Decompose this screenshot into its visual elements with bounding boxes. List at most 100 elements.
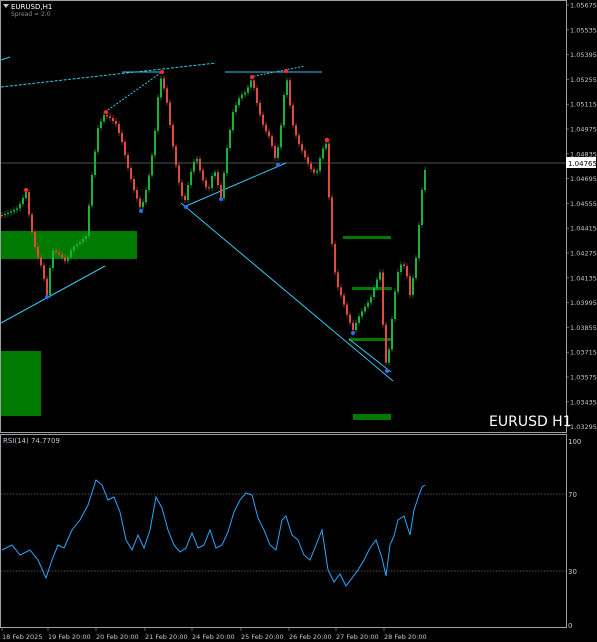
candle-body: [64, 257, 66, 261]
swing-low-marker: [351, 331, 355, 335]
candle-body: [244, 92, 246, 95]
candle-body: [385, 324, 387, 363]
candle-body: [211, 176, 213, 188]
candle-body: [55, 250, 57, 253]
rsi-level-0: 0: [568, 622, 572, 630]
candle-body: [85, 236, 87, 239]
rsi-level-70: 70: [568, 491, 577, 499]
demand-zone-lower: [1, 351, 41, 416]
trendline[interactable]: [104, 71, 163, 113]
candle-body: [31, 214, 33, 232]
candle-body: [13, 210, 15, 212]
candle-body: [304, 150, 306, 158]
candle-body: [202, 170, 204, 181]
trendline[interactable]: [0, 62, 217, 88]
time-tick-label: 27 Feb 20:00: [336, 633, 379, 641]
candle-body: [220, 185, 222, 198]
candle-body: [115, 121, 117, 124]
candle-body: [424, 170, 426, 190]
candle-body: [61, 254, 63, 258]
candle-body: [364, 306, 366, 312]
candle-body: [205, 180, 207, 188]
candle-body: [262, 114, 264, 125]
candle-body: [277, 147, 279, 158]
candle-body: [409, 276, 411, 295]
price-tick-label: 1.03995: [570, 299, 597, 307]
swing-high-marker: [284, 69, 288, 73]
rsi-level-30: 30: [568, 568, 577, 576]
candle-body: [145, 190, 147, 202]
candle-body: [400, 264, 402, 272]
candle-body: [247, 87, 249, 93]
trendlines[interactable]: [0, 56, 394, 382]
candle-body: [388, 349, 390, 363]
candle-body: [82, 239, 84, 242]
rsi-level-100: 100: [568, 438, 581, 446]
candle-body: [349, 314, 351, 323]
candle-body: [199, 158, 201, 171]
time-tick-label: 26 Feb 20:00: [289, 633, 332, 641]
price-axis: 1.05675 1.05535 1.05395 1.05255 1.05115 1.049…: [566, 2, 597, 431]
candle-body: [367, 302, 369, 307]
candle-body: [127, 155, 129, 168]
candle-body: [7, 212, 9, 214]
candle-body: [328, 143, 330, 198]
candle-body: [157, 97, 159, 131]
candle-body: [154, 130, 156, 156]
swing-high-marker: [160, 70, 164, 74]
price-tick-label: 1.05255: [570, 76, 597, 84]
time-tick-label: 19 Feb 20:00: [48, 633, 91, 641]
candle-body: [319, 158, 321, 171]
candle-body: [337, 272, 339, 288]
candle-body: [361, 311, 363, 317]
price-tick-label: 1.04555: [570, 200, 597, 208]
chart-canvas[interactable]: EURUSD,H1 Spread = 2.0 EURUSD H1 1.05675…: [0, 0, 597, 642]
candle-body: [178, 165, 180, 183]
candlestick-series[interactable]: [1, 75, 426, 366]
price-tick-label: 1.03435: [570, 398, 597, 406]
rsi-label: RSI(14) 74.7709: [3, 437, 60, 445]
candle-body: [94, 151, 96, 175]
swing-high-marker: [250, 75, 254, 79]
trendline[interactable]: [348, 338, 392, 373]
candle-body: [268, 131, 270, 137]
candle-body: [16, 208, 18, 210]
candle-body: [76, 244, 78, 247]
candle-body: [283, 95, 285, 126]
candle-body: [91, 175, 93, 206]
candle-body: [307, 157, 309, 164]
candle-body: [346, 304, 348, 315]
candle-body: [130, 168, 132, 179]
candle-body: [391, 319, 393, 350]
candle-body: [175, 146, 177, 166]
candle-body: [352, 322, 354, 330]
price-tick-label: 1.05675: [570, 2, 597, 10]
candle-body: [40, 257, 42, 266]
candle-body: [187, 185, 189, 200]
chevron-down-icon[interactable]: [3, 4, 9, 8]
candle-body: [190, 171, 192, 185]
candle-body: [415, 258, 417, 278]
candle-body: [379, 272, 381, 280]
candle-body: [373, 288, 375, 297]
candle-body: [397, 272, 399, 292]
candle-body: [43, 265, 45, 279]
swing-high-marker: [324, 137, 330, 143]
trendline[interactable]: [180, 202, 394, 382]
candle-body: [169, 102, 171, 125]
time-tick-label: 18 Feb 2025: [2, 633, 42, 641]
candle-body: [193, 161, 195, 172]
candle-body: [184, 196, 186, 200]
candle-body: [232, 112, 234, 130]
trendline[interactable]: [0, 56, 11, 61]
symbol-label: EURUSD,H1: [11, 3, 52, 11]
candle-body: [28, 192, 30, 215]
swing-low-marker: [219, 197, 223, 201]
candle-body: [289, 80, 291, 106]
candle-body: [139, 198, 141, 208]
candle-body: [109, 116, 111, 118]
swing-low-marker: [45, 295, 49, 299]
trendline[interactable]: [0, 265, 106, 324]
candle-body: [163, 78, 165, 89]
candle-body: [19, 204, 21, 209]
